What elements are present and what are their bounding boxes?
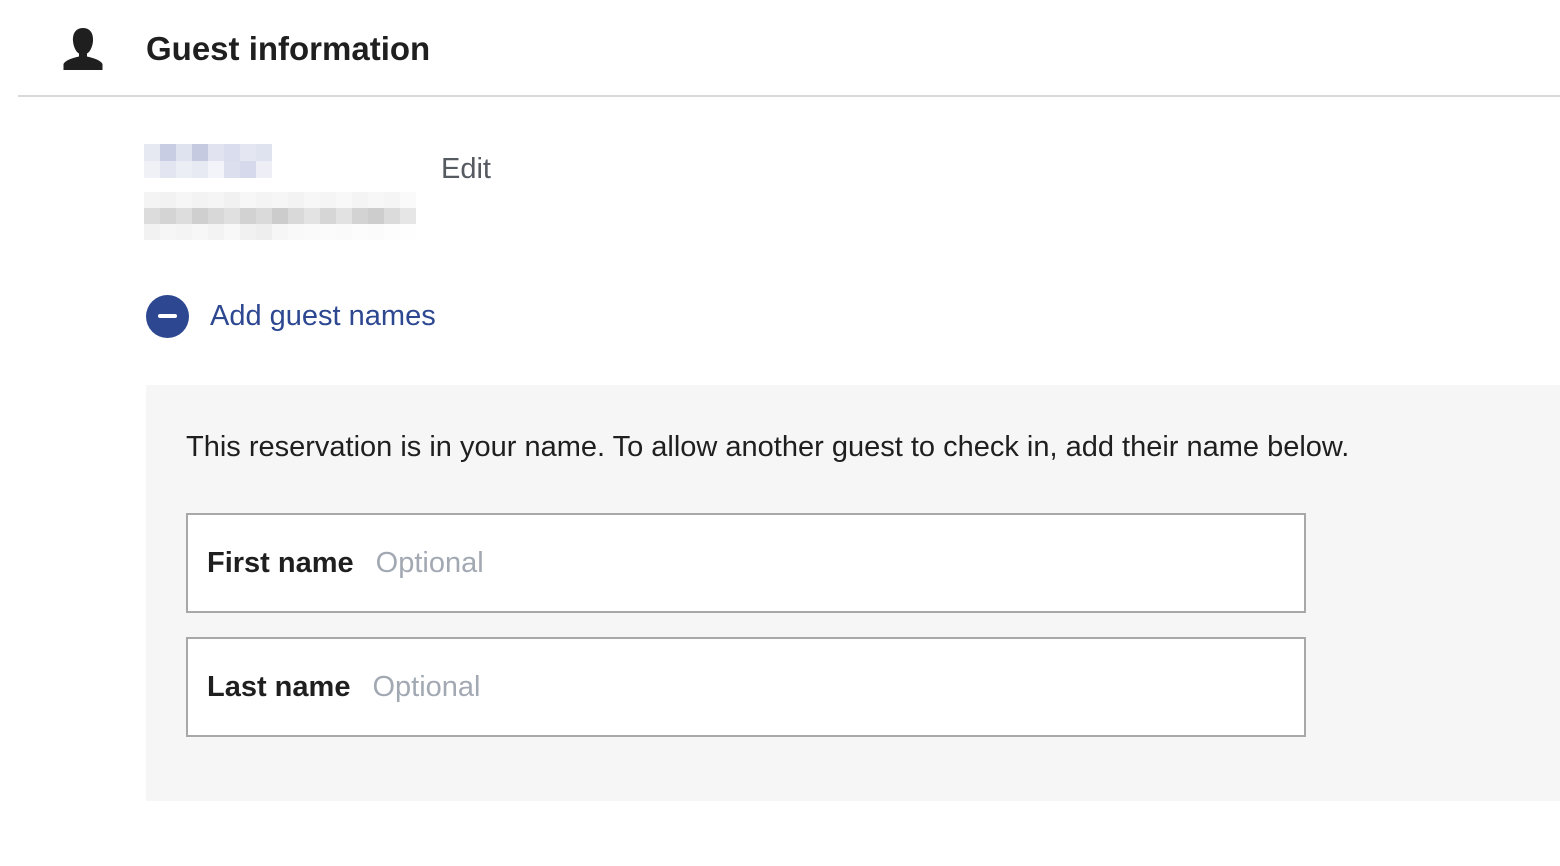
section-title: Guest information: [146, 30, 431, 67]
user-silhouette-icon: [63, 28, 103, 70]
header-divider: [18, 95, 1560, 97]
last-name-field[interactable]: Last name: [186, 637, 1306, 737]
last-name-label: Last name: [207, 670, 351, 703]
guest-names-panel: This reservation is in your name. To all…: [146, 385, 1560, 801]
first-name-field[interactable]: First name: [186, 513, 1306, 613]
first-name-input[interactable]: [375, 533, 1304, 593]
redacted-guest-email: [144, 192, 416, 240]
reservation-info-text: This reservation is in your name. To all…: [186, 431, 1350, 463]
last-name-input[interactable]: [372, 657, 1304, 717]
add-guest-names-label: Add guest names: [210, 300, 436, 332]
first-name-label: First name: [207, 546, 354, 579]
section-header: Guest information: [0, 0, 1560, 96]
edit-guest-link[interactable]: Edit: [441, 150, 491, 188]
redacted-guest-name: [144, 144, 272, 178]
minus-circle-icon: [146, 294, 189, 338]
add-guest-names-toggle[interactable]: Add guest names: [146, 294, 436, 338]
